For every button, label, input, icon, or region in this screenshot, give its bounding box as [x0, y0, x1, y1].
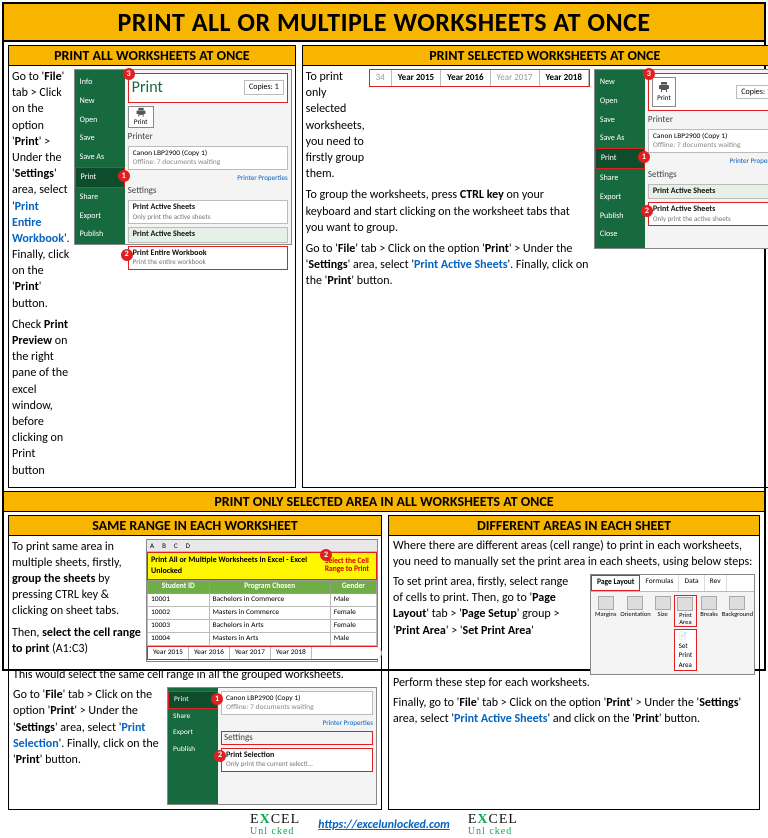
menu-print-2[interactable]: Print1: [595, 148, 645, 169]
sec1-text: Go to 'File' tab > Click on the option '…: [12, 69, 70, 484]
sec2-title: PRINT SELECTED WORKSHEETS AT ONCE: [303, 46, 768, 66]
sec1-title: PRINT ALL WORKSHEETS AT ONCE: [9, 46, 295, 66]
copies-field[interactable]: Copies: 1: [244, 80, 284, 95]
sheet-tabs-mock: 34 Year 2015 Year 2016 Year 2017 Year 20…: [369, 69, 590, 87]
mid-band: PRINT ONLY SELECTED AREA IN ALL WORKSHEE…: [4, 491, 764, 512]
main-title: PRINT ALL OR MULTIPLE WORKSHEETS AT ONCE: [4, 4, 764, 42]
mock-filemenu-3: Print1 Share Export Publish Canon LBP290…: [167, 687, 377, 805]
opt-entire-workbook[interactable]: 2 Print Entire Workbook Print the entire…: [128, 246, 288, 270]
logo-left: EXCEL Unl cked: [250, 814, 300, 836]
printer-properties-link[interactable]: Printer Properties: [128, 173, 288, 182]
printer-icon: [134, 107, 148, 118]
ribbon-mock: Page Layout Formulas Data Rev Margins Or…: [590, 574, 755, 675]
dropdown-set-print-area[interactable]: 📄 Set Print Area: [674, 629, 698, 671]
table-mock: ABCD Print All or Multiple Worksheets in…: [146, 539, 378, 662]
opt-active-sheets[interactable]: 2 Print Active Sheets Only print the act…: [648, 202, 768, 226]
sec2-text: To print only selected worksheets, you n…: [306, 69, 590, 294]
menu-print-3[interactable]: Print1: [168, 691, 218, 709]
print-header-2[interactable]: 3 Print Copies: 1: [648, 73, 768, 111]
footer: EXCEL Unl cked https://excelunlocked.com…: [4, 810, 764, 838]
section-print-all: PRINT ALL WORKSHEETS AT ONCE Go to 'File…: [8, 45, 296, 488]
table-row: 10001Bachelors in CommerceMale: [148, 593, 377, 606]
print-button-icon[interactable]: Print: [128, 106, 154, 128]
logo-right: EXCEL Unl cked: [468, 814, 518, 836]
sec3-text-below: This would select the same cell range in…: [9, 665, 381, 809]
ribbon-btn-printarea[interactable]: Print Area: [674, 595, 698, 627]
row-bottom: SAME RANGE IN EACH WORKSHEET To print sa…: [4, 512, 764, 811]
printer-select[interactable]: Canon LBP2900 (Copy 1) Offline: 7 docume…: [128, 146, 288, 170]
footer-link[interactable]: https://excelunlocked.com: [318, 818, 450, 832]
mock-filemenu-2: New Open Save Save As Print1 Share Expor…: [594, 69, 768, 249]
section-diff-areas: DIFFERENT AREAS IN EACH SHEET Where ther…: [388, 515, 760, 811]
opt-active[interactable]: Print Active Sheets Only print the activ…: [128, 200, 288, 224]
mock-filemenu-1: Info New Open Save Save As Print1 Share …: [74, 69, 292, 245]
table-row: 10002Masters in CommerceFemale: [148, 606, 377, 619]
opt-print-selection[interactable]: 2 Print Selection Only print the current…: [221, 748, 373, 772]
table-sheet-tabs: Year 2015Year 2016Year 2017Year 2018 1: [147, 646, 377, 660]
print-header[interactable]: 3 Print Copies: 1: [128, 73, 288, 103]
page: PRINT ALL OR MULTIPLE WORKSHEETS AT ONCE…: [2, 2, 766, 671]
ribbon-tab-pagelayout[interactable]: Page Layout: [591, 575, 640, 591]
row-top: PRINT ALL WORKSHEETS AT ONCE Go to 'File…: [4, 42, 764, 488]
print-icon-2: Print: [652, 77, 676, 107]
menu-print[interactable]: Print1: [75, 167, 125, 188]
table-row: 10003Bachelors in ArtsFemale: [148, 620, 377, 633]
section-same-range: SAME RANGE IN EACH WORKSHEET To print sa…: [8, 515, 382, 811]
data-table: Student IDProgram ChosenGender 10001Bach…: [147, 580, 377, 647]
sec3-text-left: To print same area in multiple sheets, f…: [12, 539, 142, 662]
section-print-selected: PRINT SELECTED WORKSHEETS AT ONCE To pri…: [302, 45, 768, 488]
sec4-text: Where there are different areas (cell ra…: [389, 536, 759, 736]
ribbon-btn-margins[interactable]: Margins: [594, 595, 617, 619]
table-row: 10004Masters in ArtsMale: [148, 633, 377, 646]
